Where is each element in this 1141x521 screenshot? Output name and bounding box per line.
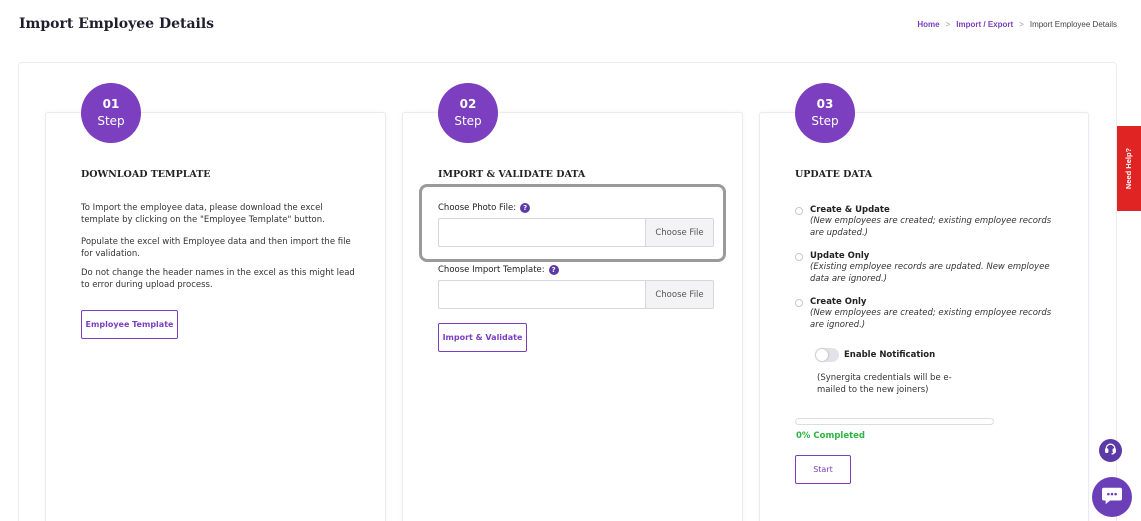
step1-instruction-2: Populate the excel with Employee data an… bbox=[81, 237, 351, 259]
radio-create-only[interactable] bbox=[795, 299, 803, 307]
breadcrumb-import-export-link[interactable]: Import / Export bbox=[956, 20, 1013, 29]
step1-number: 01 bbox=[102, 97, 120, 111]
toggle-knob bbox=[816, 349, 828, 361]
option-label: Create & Update bbox=[810, 205, 890, 215]
notification-note: (Synergita credentials will be e-mailed … bbox=[817, 373, 952, 395]
option-update-only[interactable]: Update Only (Existing employee records a… bbox=[795, 251, 1058, 285]
progress-text: 0% Completed bbox=[796, 431, 866, 441]
step2-number: 02 bbox=[459, 97, 477, 111]
support-button[interactable] bbox=[1099, 439, 1122, 462]
step1-step-label: Step bbox=[97, 114, 125, 128]
need-help-label: Need Help? bbox=[1124, 147, 1134, 190]
option-description: (New employees are created; existing emp… bbox=[810, 216, 1052, 238]
page-title: Import Employee Details bbox=[19, 16, 215, 32]
progress-bar bbox=[795, 418, 994, 425]
need-help-tab[interactable]: Need Help? bbox=[1117, 126, 1141, 211]
start-button[interactable]: Start bbox=[795, 455, 851, 484]
chat-icon bbox=[1101, 485, 1123, 510]
step1-instruction-3: Do not change the header names in the ex… bbox=[81, 268, 355, 290]
breadcrumb: Home > Import / Export > Import Employee… bbox=[917, 20, 1117, 29]
chat-button[interactable] bbox=[1092, 477, 1132, 517]
import-template-input[interactable]: Choose File bbox=[438, 280, 714, 309]
import-template-label: Choose Import Template: ? bbox=[438, 265, 559, 275]
radio-update-only[interactable] bbox=[795, 253, 803, 261]
step2-title: IMPORT & VALIDATE DATA bbox=[438, 169, 586, 180]
breadcrumb-separator: > bbox=[1019, 20, 1024, 29]
breadcrumb-separator: > bbox=[945, 20, 951, 29]
headset-icon bbox=[1104, 442, 1117, 460]
step3-title: UPDATE DATA bbox=[795, 169, 873, 180]
import-template-label-text: Choose Import Template: bbox=[438, 265, 545, 275]
import-template-choose-file-button[interactable]: Choose File bbox=[645, 281, 713, 308]
step1-badge: 01 Step bbox=[81, 83, 141, 143]
option-create-only[interactable]: Create Only (New employees are created; … bbox=[795, 297, 1058, 331]
option-description: (New employees are created; existing emp… bbox=[810, 308, 1052, 330]
option-description: (Existing employee records are updated. … bbox=[810, 262, 1050, 284]
import-validate-button[interactable]: Import & Validate bbox=[438, 323, 527, 352]
step3-badge: 03 Step bbox=[795, 83, 855, 143]
radio-create-update[interactable] bbox=[795, 207, 803, 215]
breadcrumb-current: Import Employee Details bbox=[1029, 20, 1117, 29]
step3-number: 03 bbox=[816, 97, 834, 111]
employee-template-button[interactable]: Employee Template bbox=[81, 310, 178, 339]
option-label: Create Only bbox=[810, 297, 867, 307]
step1-instruction-1: To Import the employee data, please down… bbox=[81, 203, 325, 225]
help-icon[interactable]: ? bbox=[548, 265, 559, 275]
step3-step-label: Step bbox=[811, 114, 839, 128]
option-create-update[interactable]: Create & Update (New employees are creat… bbox=[795, 205, 1058, 239]
step2-step-label: Step bbox=[454, 114, 482, 128]
photo-file-highlight bbox=[419, 184, 726, 262]
import-template-name-display[interactable] bbox=[439, 281, 645, 308]
step1-title: DOWNLOAD TEMPLATE bbox=[81, 169, 211, 180]
enable-notification-toggle[interactable] bbox=[815, 348, 839, 362]
enable-notification-label: Enable Notification bbox=[844, 350, 936, 360]
step2-badge: 02 Step bbox=[438, 83, 498, 143]
option-label: Update Only bbox=[810, 251, 870, 261]
breadcrumb-home-link[interactable]: Home bbox=[917, 20, 939, 29]
